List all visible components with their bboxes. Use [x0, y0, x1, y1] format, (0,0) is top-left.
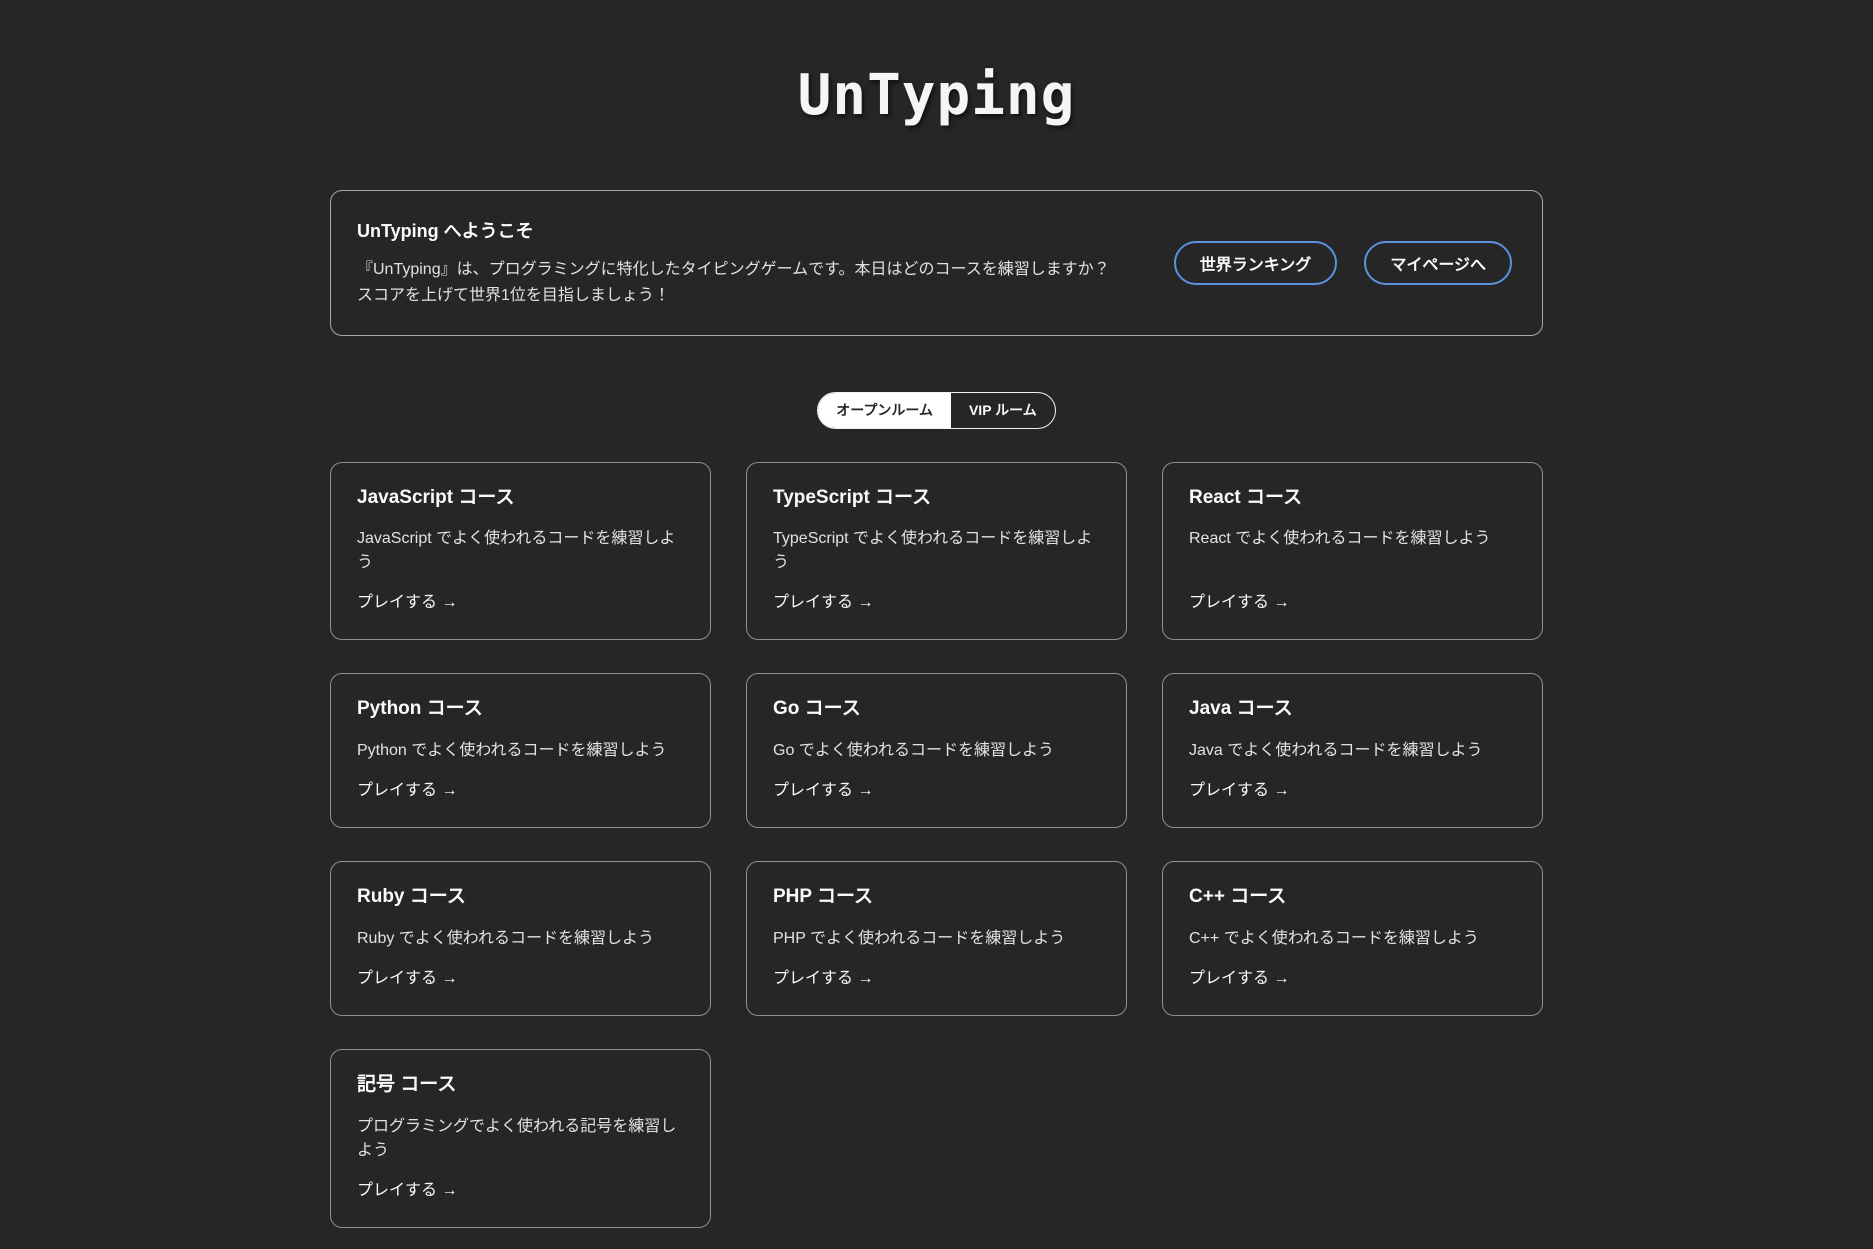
course-grid: JavaScript コース JavaScript でよく使われるコードを練習し… [330, 461, 1543, 1228]
world-ranking-button[interactable]: 世界ランキング [1173, 240, 1338, 285]
play-link[interactable]: プレイする → [773, 763, 873, 803]
course-title: JavaScript コース [357, 486, 515, 508]
course-description: Java でよく使われるコードを練習しよう [1189, 742, 1483, 760]
course-description: Ruby でよく使われるコードを練習しよう [357, 929, 654, 947]
course-description: プログラミングでよく使われる記号を練習しよう [357, 1117, 677, 1159]
course-title: C++ コース [1189, 886, 1287, 908]
course-card-java: Java コース Java でよく使われるコードを練習しよう プレイする → [1162, 673, 1543, 829]
course-title: TypeScript コース [773, 486, 932, 508]
course-title: 記号 コース [357, 1073, 457, 1095]
course-description: TypeScript でよく使われるコードを練習しよう [773, 530, 1093, 572]
course-card-ruby: Ruby コース Ruby でよく使われるコードを練習しよう プレイする → [330, 861, 711, 1016]
course-description: PHP でよく使われるコードを練習しよう [773, 929, 1066, 947]
course-description: Python でよく使われるコードを練習しよう [357, 742, 667, 760]
page-title: UnTyping [797, 63, 1076, 128]
course-description: C++ でよく使われるコードを練習しよう [1189, 929, 1479, 947]
play-link[interactable]: プレイする → [357, 1163, 457, 1203]
play-link[interactable]: プレイする → [357, 951, 457, 991]
play-link[interactable]: プレイする → [1189, 575, 1289, 615]
course-title: React コース [1189, 486, 1303, 508]
course-description: JavaScript でよく使われるコードを練習しよう [357, 530, 676, 572]
tab-open-room[interactable]: オープンルーム [818, 392, 951, 428]
course-card-symbols: 記号 コース プログラミングでよく使われる記号を練習しよう プレイする → [330, 1048, 711, 1228]
play-link[interactable]: プレイする → [1189, 763, 1289, 803]
play-link[interactable]: プレイする → [357, 763, 457, 803]
course-card-javascript: JavaScript コース JavaScript でよく使われるコードを練習し… [330, 461, 711, 641]
course-description: React でよく使われるコードを練習しよう [1189, 530, 1491, 548]
welcome-text-block: UnTyping へようこそ 『UnTyping』は、プログラミングに特化したタ… [357, 217, 1110, 308]
play-link[interactable]: プレイする → [1189, 951, 1289, 991]
course-title: Python コース [357, 698, 483, 720]
course-card-python: Python コース Python でよく使われるコードを練習しよう プレイする… [330, 673, 711, 829]
course-card-react: React コース React でよく使われるコードを練習しよう プレイする → [1162, 461, 1543, 641]
main-container: UnTyping へようこそ 『UnTyping』は、プログラミングに特化したタ… [330, 190, 1543, 1228]
course-card-typescript: TypeScript コース TypeScript でよく使われるコードを練習し… [746, 461, 1127, 641]
course-title: Ruby コース [357, 886, 466, 908]
course-card-cpp: C++ コース C++ でよく使われるコードを練習しよう プレイする → [1162, 861, 1543, 1016]
play-link[interactable]: プレイする → [773, 575, 873, 615]
welcome-heading: UnTyping へようこそ [357, 221, 534, 242]
course-title: Java コース [1189, 698, 1293, 720]
my-page-button[interactable]: マイページへ [1364, 240, 1512, 285]
tab-vip-room[interactable]: VIP ルーム [951, 393, 1055, 428]
course-title: Go コース [773, 698, 861, 720]
room-tabs-row: オープンルーム VIP ルーム [330, 391, 1543, 429]
room-type-toggle: オープンルーム VIP ルーム [817, 391, 1056, 429]
welcome-panel: UnTyping へようこそ 『UnTyping』は、プログラミングに特化したタ… [330, 190, 1543, 336]
course-card-php: PHP コース PHP でよく使われるコードを練習しよう プレイする → [746, 861, 1127, 1016]
course-description: Go でよく使われるコードを練習しよう [773, 742, 1054, 760]
welcome-actions: 世界ランキング マイページへ [1173, 240, 1512, 285]
welcome-body: 『UnTyping』は、プログラミングに特化したタイピングゲームです。本日はどの… [357, 261, 1110, 304]
course-title: PHP コース [773, 886, 874, 908]
play-link[interactable]: プレイする → [357, 575, 457, 615]
course-card-go: Go コース Go でよく使われるコードを練習しよう プレイする → [746, 673, 1127, 829]
play-link[interactable]: プレイする → [773, 951, 873, 991]
